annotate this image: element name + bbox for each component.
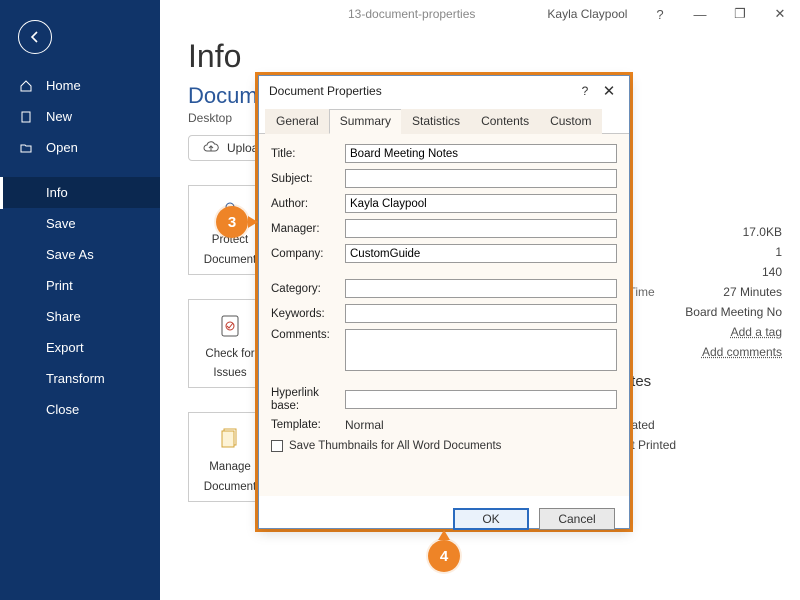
backstage-sidebar: Home New Open Info Save Save As Print Sh… <box>0 0 160 600</box>
inspect-icon <box>214 310 246 342</box>
input-category[interactable] <box>345 279 617 298</box>
restore-button[interactable]: ❐ <box>720 0 760 28</box>
input-keywords[interactable] <box>345 304 617 323</box>
nav-label: Share <box>46 309 81 324</box>
tab-statistics[interactable]: Statistics <box>401 109 471 134</box>
nav-print[interactable]: Print <box>0 270 160 301</box>
btn-label2: Issues <box>213 367 246 381</box>
tab-contents[interactable]: Contents <box>470 109 540 134</box>
nav-label: Save <box>46 216 76 231</box>
save-thumbnails-checkbox[interactable]: Save Thumbnails for All Word Documents <box>271 440 617 452</box>
close-button[interactable]: ✕ <box>760 0 800 28</box>
user-name[interactable]: Kayla Claypool <box>547 7 627 21</box>
lbl-author: Author: <box>271 198 337 210</box>
nav-share[interactable]: Share <box>0 301 160 332</box>
lbl-template: Template: <box>271 419 337 431</box>
title-value: Board Meeting No <box>685 305 782 319</box>
ok-button[interactable]: OK <box>453 508 529 530</box>
input-company[interactable] <box>345 244 617 263</box>
manage-doc-icon <box>214 423 246 455</box>
nav-close[interactable]: Close <box>0 394 160 425</box>
input-title[interactable] <box>345 144 617 163</box>
nav-home[interactable]: Home <box>0 70 160 101</box>
tab-custom[interactable]: Custom <box>539 109 602 134</box>
size-value: 17.0KB <box>743 225 782 239</box>
chk-label: Save Thumbnails for All Word Documents <box>289 440 501 452</box>
properties-panel: es 17.0KB 1 140 ng Time27 Minutes Board … <box>612 205 782 458</box>
new-icon <box>18 110 34 124</box>
nav-label: Transform <box>46 371 105 386</box>
callout-badge-3: 3 <box>216 206 248 238</box>
lbl-keywords: Keywords: <box>271 308 337 320</box>
nav-label: Save As <box>46 247 94 262</box>
cancel-button[interactable]: Cancel <box>539 508 615 530</box>
tab-general[interactable]: General <box>265 109 330 134</box>
callout-badge-4: 4 <box>428 540 460 572</box>
input-author[interactable] <box>345 194 617 213</box>
lbl-comments: Comments: <box>271 329 337 341</box>
nav-label: Open <box>46 140 78 155</box>
dialog-tabs: General Summary Statistics Contents Cust… <box>259 108 629 134</box>
document-properties-dialog: Document Properties ? ✕ General Summary … <box>258 75 630 529</box>
input-subject[interactable] <box>345 169 617 188</box>
back-button[interactable] <box>18 20 52 54</box>
input-manager[interactable] <box>345 219 617 238</box>
pages-value: 1 <box>775 245 782 259</box>
lbl-category: Category: <box>271 283 337 295</box>
nav-label: Home <box>46 78 81 93</box>
nav-new[interactable]: New <box>0 101 160 132</box>
btn-label1: Check for <box>205 348 254 362</box>
doc-title: 13-document-properties <box>348 7 475 21</box>
nav-label: Info <box>46 185 68 200</box>
btn-label2: Document <box>204 254 256 268</box>
nav-export[interactable]: Export <box>0 332 160 363</box>
lbl-subject: Subject: <box>271 173 337 185</box>
nav-label: Export <box>46 340 84 355</box>
folder-icon <box>18 141 34 155</box>
dialog-title: Document Properties <box>269 84 382 98</box>
btn-label2: Document <box>204 481 256 495</box>
dialog-help-button[interactable]: ? <box>573 84 597 98</box>
nav-transform[interactable]: Transform <box>0 363 160 394</box>
btn-label1: Manage <box>209 461 251 475</box>
template-value: Normal <box>345 418 384 432</box>
tab-summary[interactable]: Summary <box>329 109 402 134</box>
lbl-company: Company: <box>271 248 337 260</box>
edit-time-value: 27 Minutes <box>723 285 782 299</box>
add-tag-link[interactable]: Add a tag <box>731 325 782 339</box>
nav-label: Print <box>46 278 73 293</box>
checkbox-icon <box>271 440 283 452</box>
nav-open[interactable]: Open <box>0 132 160 163</box>
lbl-manager: Manager: <box>271 223 337 235</box>
nav-label: New <box>46 109 72 124</box>
words-value: 140 <box>762 265 782 279</box>
home-icon <box>18 79 34 93</box>
nav-label: Close <box>46 402 79 417</box>
summary-form: Title: Subject: Author: Manager: Company… <box>259 134 629 496</box>
add-comments-link[interactable]: Add comments <box>702 345 782 359</box>
minimize-button[interactable]: — <box>680 0 720 28</box>
input-hyperlink[interactable] <box>345 390 617 409</box>
help-button[interactable]: ? <box>640 0 680 28</box>
nav-info[interactable]: Info <box>0 177 160 208</box>
nav-save-as[interactable]: Save As <box>0 239 160 270</box>
nav-save[interactable]: Save <box>0 208 160 239</box>
lbl-title: Title: <box>271 148 337 160</box>
lbl-hyperlink: Hyperlink base: <box>271 387 337 412</box>
dialog-close-button[interactable]: ✕ <box>597 82 621 100</box>
input-comments[interactable] <box>345 329 617 371</box>
dates-heading: Dates <box>612 373 782 390</box>
page-title: Info <box>188 38 772 75</box>
cloud-upload-icon <box>203 141 219 155</box>
